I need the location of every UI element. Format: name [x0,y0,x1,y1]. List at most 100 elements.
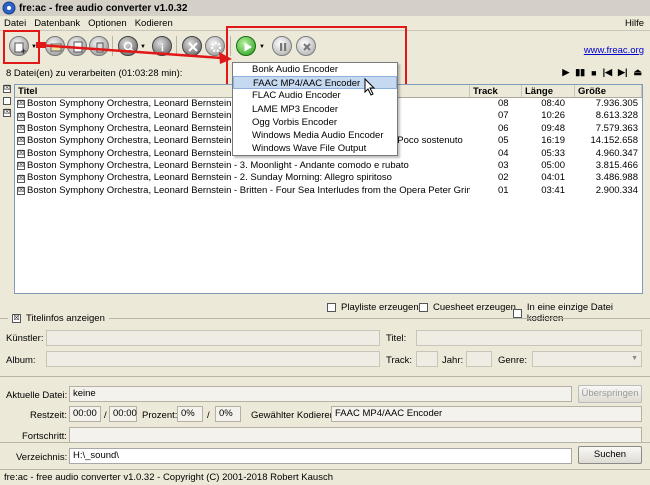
cddb-submit-button[interactable]: i [152,36,172,56]
menu-hilfe[interactable]: Hilfe [621,18,650,29]
divider [0,376,650,377]
track-label: Track: [386,355,413,366]
window-title: fre:ac - free audio converter v1.0.32 [19,2,188,14]
progress-bar [69,427,642,443]
row-checkbox[interactable]: ☒ [17,162,25,171]
add-files-button[interactable]: + [9,36,29,56]
single-file-checkbox[interactable] [513,308,522,318]
option-cuesheet[interactable]: Cuesheet erzeugen [419,302,516,313]
trash-icon [96,42,104,53]
next-track-icon[interactable]: ▶| [618,67,627,78]
menu-item-vorbis-encoder[interactable]: Ogg Vorbis Encoder [233,116,397,129]
titelinfos-toggle[interactable]: ☒ Titelinfos anzeigen [8,313,109,324]
menu-datenbank[interactable]: Datenbank [30,18,84,29]
toggle-selection-checkbox[interactable]: ☒ [3,109,11,117]
artist-field[interactable] [46,330,380,346]
row-length: 04:01 [541,172,565,184]
eject-icon[interactable]: ⏏ [633,67,642,78]
column-header-size[interactable]: Größe [575,85,642,97]
toolbar: + ▼ ▼ i ▼ www.freac.org [0,31,650,61]
menu-kodieren[interactable]: Kodieren [131,18,177,29]
playlist-checkbox[interactable] [327,303,336,312]
row-checkbox[interactable]: ☒ [17,137,25,146]
select-all-checkbox[interactable]: ☒ [3,85,11,93]
row-checkbox[interactable]: ☒ [17,174,25,183]
app-icon [2,1,16,15]
column-header-track[interactable]: Track [470,85,522,97]
row-checkbox[interactable]: ☒ [17,186,25,195]
chevron-down-icon: ▼ [631,355,638,362]
encoder-dropdown-arrow-icon[interactable]: ▼ [259,44,265,50]
cddb-query-button[interactable] [118,36,138,56]
cuesheet-checkbox[interactable] [419,303,428,312]
option-playlist[interactable]: Playliste erzeugen [327,302,419,313]
menu-item-wma-encoder[interactable]: Windows Media Audio Encoder [233,129,397,142]
start-encoding-button[interactable] [236,36,256,56]
pause-encoding-button[interactable] [272,36,292,56]
encoder-settings-button[interactable] [205,36,225,56]
stop-icon [303,43,311,51]
status-bar: fre:ac - free audio converter v1.0.32 - … [0,469,650,485]
folder-icon [50,43,62,52]
column-header-length[interactable]: Länge [522,85,575,97]
stop-icon[interactable]: ■ [591,68,596,78]
track-field[interactable] [416,351,438,367]
play-icon[interactable]: ▶ [562,67,569,78]
menu-item-lame-encoder[interactable]: LAME MP3 Encoder [233,103,397,116]
add-dropdown-arrow-icon[interactable]: ▼ [31,44,37,50]
cddb-dropdown-arrow-icon[interactable]: ▼ [140,44,146,50]
row-checkbox[interactable]: ☒ [17,112,25,121]
svg-text:i: i [161,43,164,54]
current-file-label: Aktuelle Datei: [6,390,68,401]
freac-website-link[interactable]: www.freac.org [584,45,644,56]
row-checkbox[interactable]: ☒ [17,124,25,133]
row-length: 05:00 [541,159,565,171]
svg-text:+: + [21,46,26,56]
playlist-label: Playliste erzeugen [341,302,419,313]
menu-optionen[interactable]: Optionen [84,18,131,29]
add-file-icon: + [14,42,26,56]
row-title: Boston Symphony Orchestra, Leonard Berns… [27,184,470,196]
album-field[interactable] [46,351,380,367]
table-row[interactable]: ☒ Boston Symphony Orchestra, Leonard Bern… [15,172,642,184]
row-size: 7.579.363 [595,122,638,134]
titelinfos-checkbox[interactable]: ☒ [12,314,21,323]
option-single-file[interactable]: In eine einzige Datei kodieren [513,302,650,324]
remove-file-icon [73,41,83,53]
row-track: 05 [498,135,509,147]
genre-select[interactable]: ▼ [532,351,642,367]
percent-separator: / [207,410,210,421]
year-field[interactable] [466,351,492,367]
remaining-time-field: 00:00 [69,406,101,422]
remaining-separator: / [104,410,107,421]
remove-files-button[interactable] [67,36,87,56]
menu-item-bonk-encoder[interactable]: Bonk Audio Encoder [233,63,397,76]
configure-button[interactable] [182,36,202,56]
row-checkbox[interactable]: ☒ [17,149,25,158]
row-checkbox[interactable]: ☒ [17,100,25,109]
clear-list-button[interactable] [89,36,109,56]
toolbar-separator [230,36,231,56]
add-directory-button[interactable] [45,36,65,56]
toolbar-separator [112,36,113,56]
menu-item-wave-output[interactable]: Windows Wave File Output [233,142,397,155]
table-row[interactable]: ☒ Boston Symphony Orchestra, Leonard Bern… [15,160,642,172]
search-icon [123,41,135,53]
pause-icon[interactable]: ▮▮ [575,67,585,78]
skip-button[interactable]: Überspringen [578,385,642,403]
row-size: 14.152.658 [590,135,638,147]
search-button[interactable]: Suchen [578,446,642,464]
titelinfos-label: Titelinfos anzeigen [26,313,105,324]
menu-datei[interactable]: Datei [0,18,30,29]
row-title: Boston Symphony Orchestra, Leonard Berns… [27,122,257,134]
row-track: 03 [498,159,509,171]
table-row[interactable]: ☒ Boston Symphony Orchestra, Leonard Bern… [15,185,642,197]
row-track: 08 [498,98,509,109]
previous-track-icon[interactable]: |◀ [603,67,612,78]
directory-field[interactable]: H:\_sound\ [69,448,572,464]
row-size: 2.900.334 [595,184,638,196]
title-field[interactable] [416,330,642,346]
select-none-checkbox[interactable] [3,97,11,105]
stop-encoding-button[interactable] [296,36,316,56]
row-track: 01 [498,184,509,196]
